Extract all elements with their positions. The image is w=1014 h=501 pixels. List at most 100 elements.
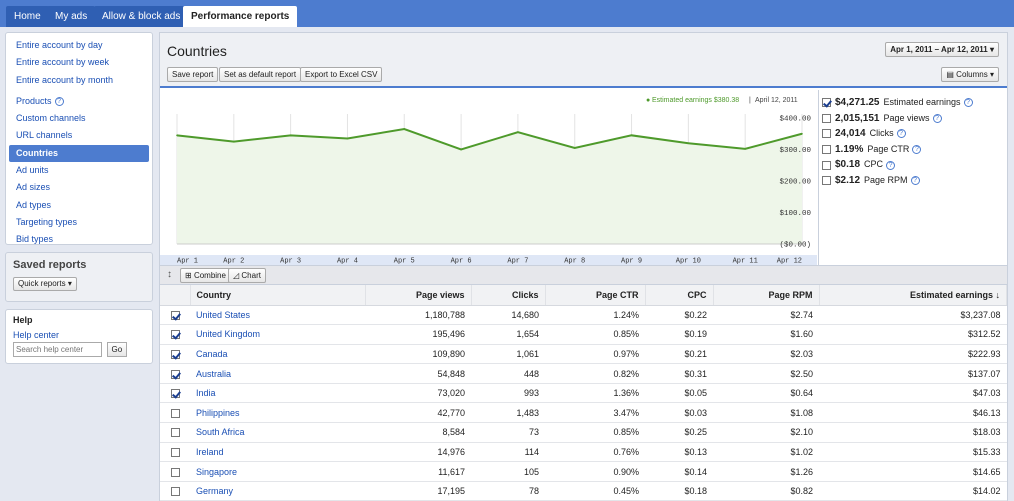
help-icon[interactable]: ?	[910, 176, 920, 186]
columns-button[interactable]: ▤ Columns ▾	[941, 67, 999, 82]
sidebar-item-ad-units[interactable]: Ad units	[9, 162, 149, 179]
tab-home[interactable]: Home	[6, 6, 49, 27]
sidebar-item-entire-account-by-month[interactable]: Entire account by month	[9, 72, 149, 89]
country-link[interactable]: Germany	[196, 486, 233, 496]
checkbox[interactable]	[170, 310, 180, 320]
estimated-earnings-cell: $3,237.08	[819, 305, 1007, 326]
country-cell: Canada	[190, 344, 365, 365]
page-rpm-cell: $2.74	[713, 305, 819, 326]
clicks-cell: 448	[471, 363, 545, 384]
sidebar-item-ad-types[interactable]: Ad types	[9, 197, 149, 214]
column-header-country[interactable]: Country	[190, 285, 366, 306]
sidebar-item-countries[interactable]: Countries	[9, 144, 149, 163]
chart-button[interactable]: ◿ Chart	[228, 268, 266, 283]
country-link[interactable]: South Africa	[196, 427, 245, 437]
help-center-link[interactable]: Help center	[13, 330, 145, 340]
checkbox[interactable]	[170, 428, 180, 438]
country-link[interactable]: United States	[196, 310, 250, 320]
estimated-earnings-cell: $15.33	[819, 442, 1007, 463]
metric-page-rpm[interactable]: $2.12 Page RPM?	[819, 173, 1007, 189]
quick-reports-button[interactable]: Quick reports ▾	[13, 277, 77, 291]
help-icon[interactable]: ?	[886, 160, 896, 170]
help-icon[interactable]: ?	[896, 129, 906, 139]
help-icon[interactable]: ?	[54, 97, 64, 107]
save-report-button[interactable]: Save report	[167, 67, 219, 82]
column-header-cpc[interactable]: CPC	[645, 285, 714, 306]
checkbox[interactable]	[170, 408, 180, 418]
metric-clicks[interactable]: 24,014 Clicks?	[819, 126, 1007, 142]
checkbox[interactable]	[170, 389, 180, 399]
page-rpm-cell: $1.08	[713, 402, 819, 424]
checkbox[interactable]	[822, 176, 831, 186]
checkbox[interactable]	[822, 113, 831, 123]
metric-page-views[interactable]: 2,015,151 Page views?	[819, 111, 1007, 127]
help-search-input[interactable]	[13, 342, 102, 357]
column-header-estimated-earnings[interactable]: Estimated earnings ↓	[819, 285, 1007, 306]
country-link[interactable]: Singapore	[196, 467, 237, 477]
help-icon[interactable]: ?	[932, 113, 942, 123]
tab-performance-reports[interactable]: Performance reports	[183, 6, 298, 27]
table-row: South Africa 8,584 73 0.85% $0.25 $2.10 $18.03	[160, 422, 1007, 443]
chart-data-point	[233, 140, 235, 143]
chart-data-point	[801, 132, 803, 135]
page-rpm-cell: $2.10	[713, 422, 819, 443]
checkbox[interactable]	[170, 350, 180, 360]
chart-data-point	[687, 142, 690, 144]
columns-label: Columns	[956, 70, 988, 79]
countries-table: Country Page views Clicks Page CTR CPC P…	[160, 285, 1007, 501]
checkbox[interactable]	[822, 144, 831, 154]
country-link[interactable]: Philippines	[196, 408, 240, 418]
clicks-cell: 14,680	[471, 305, 545, 326]
sidebar-item-products[interactable]: Products?	[9, 93, 149, 110]
metric-estimated-earnings[interactable]: $4,271.25 Estimated earnings?	[819, 95, 1007, 111]
column-header-page-ctr[interactable]: Page CTR	[545, 285, 646, 306]
chart-x-tick-label: Apr 12	[777, 258, 802, 266]
clicks-cell: 993	[471, 383, 545, 404]
country-link[interactable]: India	[196, 388, 216, 398]
combine-button[interactable]: ⊞ Combine	[180, 268, 231, 283]
page-ctr-cell: 1.24%	[545, 305, 645, 326]
sidebar-item-url-channels[interactable]: URL channels	[9, 127, 149, 144]
help-icon[interactable]: ?	[963, 98, 973, 108]
sidebar-item-custom-channels[interactable]: Custom channels	[9, 110, 149, 127]
main-report-panel: Countries Save report Set as default rep…	[159, 32, 1008, 501]
column-header-page-views[interactable]: Page views	[365, 285, 472, 306]
sidebar-item-targeting-types[interactable]: Targeting types	[9, 214, 149, 231]
set-default-report-button[interactable]: Set as default report	[219, 67, 302, 82]
country-link[interactable]: Australia	[196, 369, 231, 379]
checkbox[interactable]	[170, 448, 180, 458]
sidebar-item-entire-account-by-day[interactable]: Entire account by day	[9, 37, 149, 54]
checkbox[interactable]	[170, 487, 180, 497]
sidebar-item-bid-types[interactable]: Bid types	[9, 231, 149, 248]
metric-cpc[interactable]: $0.18 CPC?	[819, 157, 1007, 173]
checkbox[interactable]	[170, 369, 180, 379]
help-icon[interactable]: ?	[912, 144, 922, 154]
checkbox[interactable]	[822, 98, 831, 108]
country-link[interactable]: Ireland	[196, 447, 224, 457]
checkbox[interactable]	[170, 467, 180, 477]
page-views-cell: 73,020	[365, 383, 471, 404]
sidebar-item-entire-account-by-week[interactable]: Entire account by week	[9, 54, 149, 71]
checkbox[interactable]	[170, 330, 180, 340]
sort-arrows-icon[interactable]: ↕	[167, 269, 172, 280]
country-link[interactable]: United Kingdom	[196, 329, 260, 339]
sidebar-item-ad-sizes[interactable]: Ad sizes	[9, 179, 149, 196]
checkbox[interactable]	[822, 160, 831, 170]
go-button[interactable]: Go	[106, 342, 128, 357]
page-rpm-cell: $0.64	[713, 383, 819, 404]
tab-my-ads[interactable]: My ads	[47, 6, 96, 27]
tab-allow-block-ads[interactable]: Allow & block ads	[94, 6, 189, 27]
metric-label: Estimated earnings	[883, 97, 961, 107]
chart-icon: ◿	[233, 271, 240, 280]
date-range-picker[interactable]: Apr 1, 2011 – Apr 12, 2011 ▾	[885, 42, 999, 57]
country-link[interactable]: Canada	[196, 349, 228, 359]
column-header-page-rpm[interactable]: Page RPM	[713, 285, 820, 306]
table-body: United States 1,180,788 14,680 1.24% $0.22 $2…	[160, 305, 1007, 501]
chart-x-tick-label: Apr 6	[451, 258, 472, 266]
column-header-clicks[interactable]: Clicks	[471, 285, 546, 306]
chart-data-point	[403, 128, 406, 130]
chart-x-tick-label: Apr 1	[177, 258, 198, 266]
checkbox[interactable]	[822, 129, 831, 139]
metric-page-ctr[interactable]: 1.19% Page CTR?	[819, 142, 1007, 158]
export-csv-button[interactable]: Export to Excel CSV	[300, 67, 383, 82]
